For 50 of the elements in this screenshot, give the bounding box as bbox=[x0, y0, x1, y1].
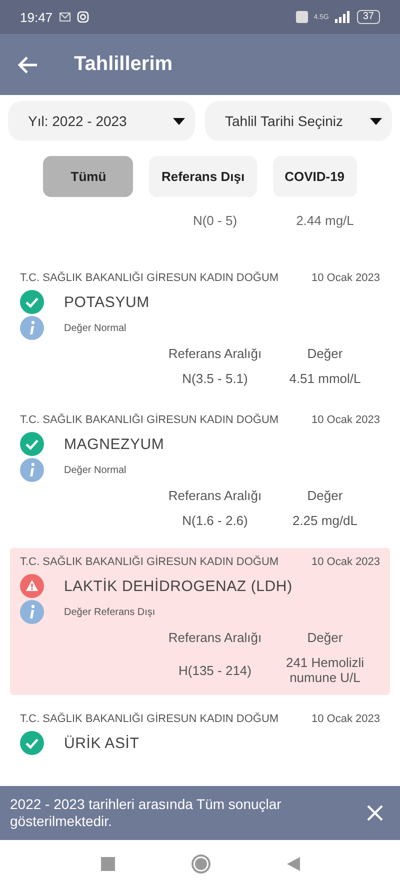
camera-icon bbox=[76, 11, 89, 23]
result-value: 2.25 mg/dL bbox=[291, 513, 359, 528]
column-label: Değer bbox=[306, 488, 344, 503]
dropdown-arrow-icon bbox=[370, 118, 382, 124]
result-date: 10 Ocak 2023 bbox=[312, 272, 380, 284]
info-icon[interactable] bbox=[20, 458, 44, 482]
back-icon[interactable] bbox=[18, 56, 38, 74]
reference-range: N(3.5 - 5.1) bbox=[181, 371, 249, 386]
close-icon[interactable] bbox=[366, 804, 384, 822]
battery-level: 37 bbox=[356, 10, 380, 24]
dropdown[interactable]: Yıl: 2022 - 2023 bbox=[8, 101, 195, 141]
home-icon[interactable] bbox=[190, 854, 210, 874]
result-status-text: Değer Referans Dışı bbox=[64, 606, 156, 618]
test-name: LAKTİK DEHİDROGENAZ (LDH) bbox=[64, 578, 292, 594]
result-status-text: Değer Normal bbox=[64, 464, 126, 476]
hospital-name: T.C. SAĞLIK BAKANLIĞI GİRESUN KADIN DOĞUM bbox=[20, 556, 279, 568]
column-label: Referans Aralığı bbox=[167, 488, 263, 503]
info-icon[interactable] bbox=[20, 316, 44, 340]
result-value: 241 Hemolizli numune U/L bbox=[284, 655, 366, 685]
hospital-name: T.C. SAĞLIK BAKANLIĞI GİRESUN KADIN DOĞUM bbox=[20, 713, 279, 725]
screen-title: Tahlillerim bbox=[74, 53, 173, 76]
hospital-name: T.C. SAĞLIK BAKANLIĞI GİRESUN KADIN DOĞUM bbox=[20, 414, 279, 426]
column-label: Değer bbox=[306, 346, 344, 361]
recent-apps-icon[interactable] bbox=[100, 857, 114, 871]
filter-tab[interactable]: Referans Dışı bbox=[149, 156, 257, 197]
hospital-name: T.C. SAĞLIK BAKANLIĞI GİRESUN KADIN DOĞUM bbox=[20, 272, 279, 284]
result-status-text: Değer Normal bbox=[64, 322, 126, 334]
test-name: POTASYUM bbox=[64, 294, 150, 310]
dropdown-arrow-icon bbox=[173, 118, 185, 124]
filter-tab[interactable]: COVID-19 bbox=[272, 156, 357, 197]
snackbar-message: 2022 - 2023 tarihleri arasında Tüm sonuçlar gösterilmektedir. bbox=[10, 796, 282, 830]
filter-tab[interactable]: Tümü bbox=[43, 156, 134, 197]
back-icon[interactable] bbox=[286, 857, 300, 871]
result-value: 2.44 mg/L bbox=[295, 213, 355, 228]
info-icon[interactable] bbox=[20, 600, 44, 624]
column-label: Değer bbox=[306, 630, 344, 645]
signal-icon bbox=[334, 11, 351, 23]
test-name: ÜRİK ASİT bbox=[64, 734, 140, 752]
result-date: 10 Ocak 2023 bbox=[312, 414, 380, 426]
column-label: Referans Aralığı bbox=[167, 630, 263, 645]
result-date: 10 Ocak 2023 bbox=[312, 556, 380, 568]
result-value: 4.51 mmol/L bbox=[288, 371, 362, 386]
test-name: MAGNEZYUM bbox=[64, 436, 164, 452]
result-date: 10 Ocak 2023 bbox=[312, 713, 380, 725]
reference-range: N(1.6 - 2.6) bbox=[181, 513, 249, 528]
reference-range: N(0 - 5) bbox=[192, 213, 238, 228]
column-label: Referans Aralığı bbox=[167, 346, 263, 361]
reference-range: H(135 - 214) bbox=[178, 662, 252, 678]
dropdown[interactable]: Tahlil Tarihi Seçiniz bbox=[205, 101, 392, 141]
status-time: 19:47 bbox=[20, 10, 53, 24]
